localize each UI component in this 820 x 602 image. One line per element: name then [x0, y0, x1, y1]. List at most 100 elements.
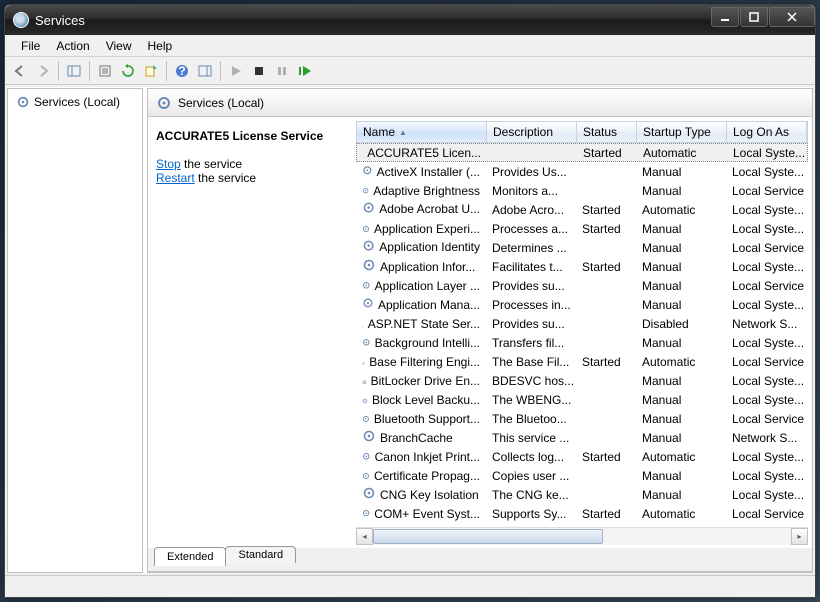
service-row[interactable]: COM+ Event Syst...Supports Sy...StartedA…	[356, 504, 808, 523]
svg-text:?: ?	[178, 64, 185, 78]
service-description: The CNG ke...	[486, 487, 576, 503]
gear-icon	[362, 450, 371, 464]
service-startup: Manual	[636, 183, 726, 199]
service-description: The Bluetoo...	[486, 411, 576, 427]
service-row[interactable]: Application Layer ...Provides su...Manua…	[356, 276, 808, 295]
scroll-thumb[interactable]	[373, 529, 603, 544]
gear-icon	[156, 95, 172, 111]
window-title: Services	[35, 13, 85, 28]
service-row[interactable]: Application Infor...Facilitates t...Star…	[356, 257, 808, 276]
tree-root-services-local[interactable]: Services (Local)	[12, 93, 138, 111]
column-status[interactable]: Status	[577, 122, 637, 142]
service-name: Application Mana...	[378, 298, 480, 312]
service-row[interactable]: Canon Inkjet Print...Collects log...Star…	[356, 447, 808, 466]
horizontal-scrollbar[interactable]: ◂ ▸	[356, 527, 808, 544]
title-bar[interactable]: Services	[5, 5, 815, 35]
properties-button[interactable]	[94, 60, 116, 82]
service-status	[576, 380, 636, 382]
start-service-button[interactable]	[225, 60, 247, 82]
refresh-button[interactable]	[117, 60, 139, 82]
service-startup: Manual	[636, 411, 726, 427]
service-description: The WBENG...	[486, 392, 576, 408]
service-description: This service ...	[486, 430, 576, 446]
service-logon: Local Service	[726, 183, 806, 199]
gear-icon	[362, 374, 367, 388]
service-row[interactable]: Base Filtering Engi...The Base Fil...Sta…	[356, 352, 808, 371]
gear-icon	[362, 355, 365, 369]
menu-bar: File Action View Help	[5, 35, 815, 57]
service-row[interactable]: Background Intelli...Transfers fil...Man…	[356, 333, 808, 352]
window-buttons	[710, 7, 815, 27]
service-startup: Manual	[636, 468, 726, 484]
service-row[interactable]: Application Experi...Processes a...Start…	[356, 219, 808, 238]
tree-root-label: Services (Local)	[34, 95, 120, 109]
service-list: Name▲ Description Status Startup Type Lo…	[356, 121, 808, 544]
close-button[interactable]	[769, 7, 815, 27]
service-startup: Manual	[636, 392, 726, 408]
action-pane-button[interactable]	[194, 60, 216, 82]
gear-icon	[362, 279, 371, 293]
maximize-button[interactable]	[740, 7, 768, 27]
service-name: Background Intelli...	[375, 336, 480, 350]
restart-service-line: Restart the service	[156, 171, 348, 185]
restart-service-link[interactable]: Restart	[156, 171, 195, 185]
service-row[interactable]: Application IdentityDetermines ...Manual…	[356, 238, 808, 257]
service-startup: Manual	[636, 164, 726, 180]
service-row[interactable]: Application Mana...Processes in...Manual…	[356, 295, 808, 314]
restart-service-button[interactable]	[294, 60, 316, 82]
service-row[interactable]: Bluetooth Support...The Bluetoo...Manual…	[356, 409, 808, 428]
service-name: Application Infor...	[380, 260, 475, 274]
service-row[interactable]: ACCURATE5 Licen...StartedAutomaticLocal …	[356, 143, 808, 162]
export-list-button[interactable]	[140, 60, 162, 82]
menu-help[interactable]: Help	[140, 37, 181, 55]
gear-icon	[362, 222, 370, 236]
service-row[interactable]: Adaptive BrightnessMonitors a...ManualLo…	[356, 181, 808, 200]
service-logon: Local Service	[726, 240, 806, 256]
service-rows[interactable]: ACCURATE5 Licen...StartedAutomaticLocal …	[356, 143, 808, 527]
service-logon: Local Syste...	[726, 373, 806, 389]
show-hide-tree-button[interactable]	[63, 60, 85, 82]
service-row[interactable]: Adobe Acrobat U...Adobe Acro...StartedAu…	[356, 200, 808, 219]
service-status	[576, 418, 636, 420]
gear-icon	[16, 95, 30, 109]
column-name[interactable]: Name▲	[357, 122, 487, 142]
column-description[interactable]: Description	[487, 122, 577, 142]
forward-button[interactable]	[32, 60, 54, 82]
tab-standard[interactable]: Standard	[225, 546, 296, 563]
service-name: CNG Key Isolation	[380, 488, 479, 502]
menu-file[interactable]: File	[13, 37, 48, 55]
tab-extended[interactable]: Extended	[154, 547, 226, 566]
menu-view[interactable]: View	[98, 37, 140, 55]
service-status: Started	[576, 506, 636, 522]
service-row[interactable]: ASP.NET State Ser...Provides su...Disabl…	[356, 314, 808, 333]
service-status	[576, 399, 636, 401]
column-logon[interactable]: Log On As	[727, 122, 807, 142]
service-logon: Local Syste...	[726, 392, 806, 408]
service-row[interactable]: CNG Key IsolationThe CNG ke...ManualLoca…	[356, 485, 808, 504]
status-bar	[5, 575, 815, 597]
stop-service-link[interactable]: Stop	[156, 157, 181, 171]
service-row[interactable]: BranchCacheThis service ...ManualNetwork…	[356, 428, 808, 447]
tree-pane[interactable]: Services (Local)	[7, 88, 143, 573]
service-row[interactable]: ActiveX Installer (...Provides Us...Manu…	[356, 162, 808, 181]
service-row[interactable]: Block Level Backu...The WBENG...ManualLo…	[356, 390, 808, 409]
help-button[interactable]: ?	[171, 60, 193, 82]
gear-icon	[362, 165, 373, 179]
menu-action[interactable]: Action	[48, 37, 97, 55]
service-row[interactable]: BitLocker Drive En...BDESVC hos...Manual…	[356, 371, 808, 390]
minimize-button[interactable]	[711, 7, 739, 27]
gear-icon	[362, 429, 376, 446]
column-startup[interactable]: Startup Type	[637, 122, 727, 142]
back-button[interactable]	[9, 60, 31, 82]
stop-service-button[interactable]	[248, 60, 270, 82]
service-startup: Automatic	[636, 354, 726, 370]
scroll-right-button[interactable]: ▸	[791, 528, 808, 545]
pause-service-button[interactable]	[271, 60, 293, 82]
service-name: BitLocker Drive En...	[371, 374, 480, 388]
services-window: Services File Action View Help ?	[4, 4, 816, 598]
service-logon: Local Syste...	[726, 259, 806, 275]
services-icon	[13, 12, 29, 28]
service-status: Started	[577, 145, 637, 161]
scroll-left-button[interactable]: ◂	[356, 528, 373, 545]
service-row[interactable]: Certificate Propag...Copies user ...Manu…	[356, 466, 808, 485]
